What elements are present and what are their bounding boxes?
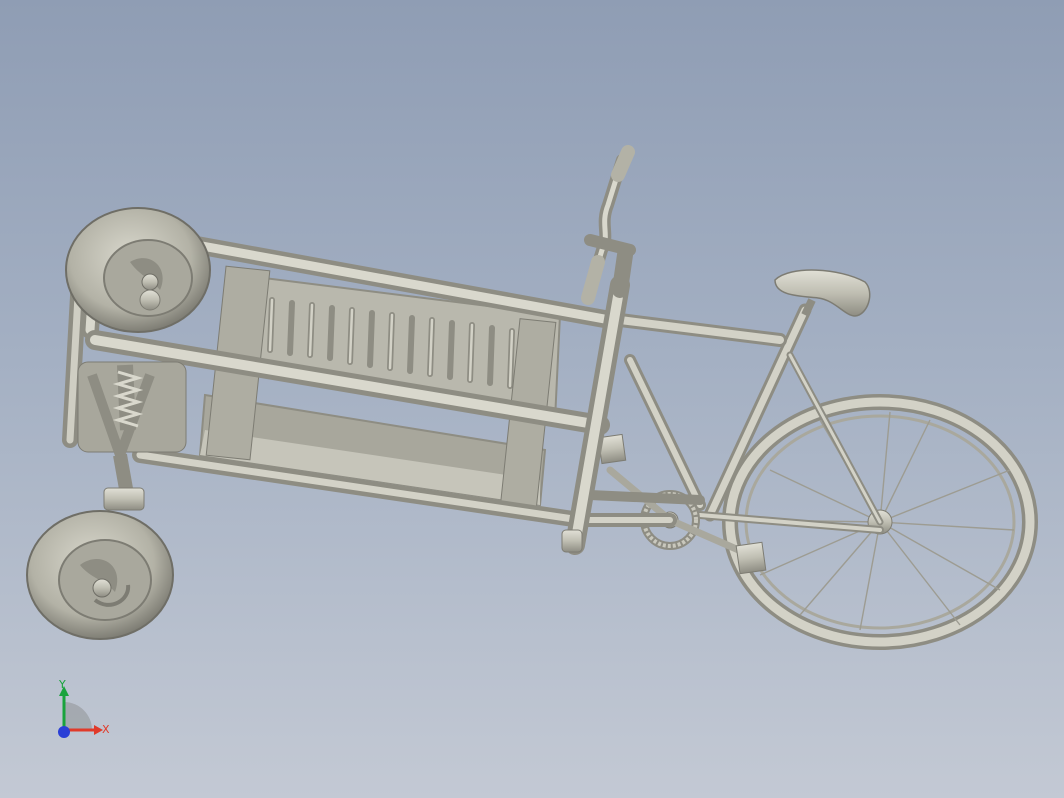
handlebar[interactable] <box>581 145 636 305</box>
y-axis-label: Y <box>59 678 66 691</box>
x-axis-label: X <box>102 723 110 736</box>
triad-plane-icon <box>64 702 92 730</box>
front-left-wheel[interactable] <box>26 510 174 640</box>
front-right-wheel[interactable] <box>65 207 211 333</box>
head-tube-cap <box>561 529 583 553</box>
cad-viewport[interactable]: Y X <box>0 0 1064 798</box>
z-axis-dot-icon <box>58 726 70 738</box>
saddle[interactable] <box>774 269 871 317</box>
cargo-trike-model[interactable] <box>0 0 1064 798</box>
